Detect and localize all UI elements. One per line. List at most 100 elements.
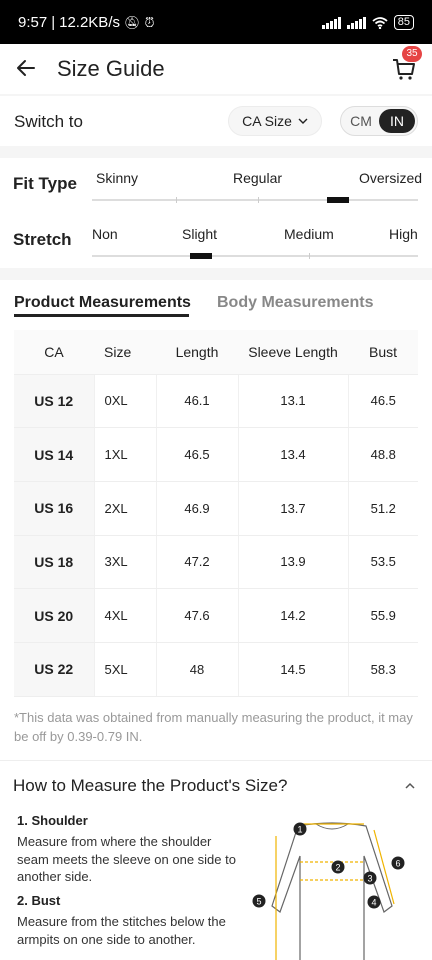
table-cell: 46.5 [155, 427, 238, 482]
table-cell: 2XL [93, 481, 156, 536]
wifi-icon [372, 16, 388, 29]
table-cell: 4XL [93, 588, 156, 643]
svg-text:6: 6 [395, 859, 400, 869]
table-cell: 13.9 [237, 535, 348, 590]
table-cell: 14.5 [237, 642, 348, 697]
battery-level: 85 [397, 16, 410, 28]
step-bust-desc: Measure from the stitches below the armp… [17, 914, 226, 947]
marker-2: 2 [331, 860, 345, 874]
chevron-down-icon [298, 118, 308, 124]
back-arrow-icon[interactable] [14, 56, 38, 80]
step-bust-title: 2. Bust [17, 893, 61, 908]
col-header-size: Size [94, 330, 156, 375]
table-cell: 0XL [93, 374, 156, 429]
unit-toggle[interactable]: CM IN [340, 106, 418, 136]
table-cell: 46.1 [155, 374, 238, 429]
table-cell: 5XL [93, 642, 156, 697]
step-shoulder-title: 1. Shoulder [17, 813, 88, 828]
fit-type-label: Fit Type [13, 174, 77, 193]
table-cell: 13.1 [237, 374, 348, 429]
signal-icon [321, 16, 341, 29]
col-header-sleeve-length: Sleeve Length [238, 330, 348, 375]
active-tab-underline [14, 314, 189, 317]
table-cell: 1XL [93, 427, 156, 482]
fit-scale-marker [327, 197, 349, 203]
status-bar: 9:57 | 12.2KB/s 🔕︎ ⏰︎ 85 [0, 0, 432, 44]
table-header-row: CA Size Length Sleeve Length Bust [14, 330, 418, 375]
marker-1: 1 [293, 822, 307, 836]
fit-option-skinny: Skinny [96, 170, 139, 186]
size-table: CA Size Length Sleeve Length Bust US 12 … [14, 330, 418, 697]
status-icons: 85 [321, 15, 414, 30]
marker-4: 4 [367, 895, 381, 909]
tab-product-measurements[interactable]: Product Measurements [14, 294, 191, 312]
stretch-label: Stretch [13, 230, 72, 249]
tab-body-measurements[interactable]: Body Measurements [217, 294, 374, 312]
table-row: US 12 0XL 46.1 13.1 46.5 [14, 374, 418, 429]
table-row: US 18 3XL 47.2 13.9 53.5 [14, 535, 418, 590]
measurement-tabs: Product Measurements Body Measurements [0, 282, 432, 322]
svg-text:1: 1 [297, 825, 302, 835]
unit-cm-option[interactable]: CM [343, 109, 379, 133]
marker-3: 3 [363, 871, 377, 885]
table-cell: 47.6 [155, 588, 238, 643]
fit-scale-tick [258, 197, 259, 203]
table-cell: US 18 [14, 535, 94, 590]
svg-text:5: 5 [256, 897, 261, 907]
step-shoulder-desc: Measure from where the shoulder seam mee… [17, 834, 236, 884]
table-cell: 47.2 [155, 535, 238, 590]
status-time: 9:57 | 12.2KB/s 🔕︎ ⏰︎ [18, 14, 155, 31]
stretch-scale-tick [309, 253, 310, 259]
col-header-length: Length [156, 330, 238, 375]
table-cell: 55.9 [347, 588, 418, 643]
table-cell: US 12 [14, 374, 94, 429]
table-cell: 46.5 [347, 374, 418, 429]
switch-label: Switch to [14, 112, 83, 131]
stretch-option-high: High [389, 226, 418, 242]
measurement-note: *This data was obtained from manually me… [14, 710, 413, 744]
stretch-option-slight: Slight [182, 226, 218, 242]
svg-text:4: 4 [371, 898, 376, 908]
garment-outline [271, 822, 393, 960]
table-row: US 16 2XL 46.9 13.7 51.2 [14, 481, 418, 536]
fit-scale-track [92, 199, 418, 201]
stretch-option-medium: Medium [284, 226, 334, 242]
table-row: US 22 5XL 48 14.5 58.3 [14, 642, 418, 697]
how-to-measure-title[interactable]: How to Measure the Product's Size? [13, 776, 287, 796]
switch-row: Switch to CA Size CM IN [0, 96, 432, 146]
table-cell: US 14 [14, 427, 94, 482]
table-row: US 14 1XL 46.5 13.4 48.8 [14, 427, 418, 482]
col-header-bust: Bust [348, 330, 418, 375]
unit-in-option[interactable]: IN [379, 109, 415, 133]
fit-option-oversized: Oversized [359, 170, 423, 186]
svg-text:2: 2 [335, 863, 340, 873]
size-system-dropdown[interactable]: CA Size [228, 106, 322, 136]
divider [0, 760, 432, 761]
battery-icon: 85 [393, 15, 414, 30]
section-gap [0, 146, 432, 158]
marker-5: 5 [252, 894, 266, 908]
page-title: Size Guide [57, 56, 165, 81]
fit-option-regular: Regular [233, 170, 283, 186]
app-header: Size Guide 35 [0, 44, 432, 94]
table-cell: US 16 [14, 481, 94, 536]
table-cell: 14.2 [237, 588, 348, 643]
table-cell: 58.3 [347, 642, 418, 697]
stretch-scale-marker [190, 253, 212, 259]
table-cell: US 20 [14, 588, 94, 643]
table-cell: 48 [155, 642, 238, 697]
section-gap [0, 268, 432, 280]
table-cell: 13.7 [237, 481, 348, 536]
chevron-up-icon[interactable] [404, 780, 416, 792]
mute-icon: 🔕︎ [123, 14, 141, 30]
table-cell: US 22 [14, 642, 94, 697]
garment-measurement-diagram: 1 2 3 4 5 6 [252, 822, 405, 960]
svg-text:3: 3 [367, 874, 372, 884]
table-cell: 3XL [93, 535, 156, 590]
marker-6: 6 [391, 856, 405, 870]
table-row: US 20 4XL 47.6 14.2 55.9 [14, 588, 418, 643]
size-system-value: CA Size [242, 113, 292, 129]
table-cell: 53.5 [347, 535, 418, 590]
signal-icon-2 [346, 16, 366, 29]
table-cell: 46.9 [155, 481, 238, 536]
